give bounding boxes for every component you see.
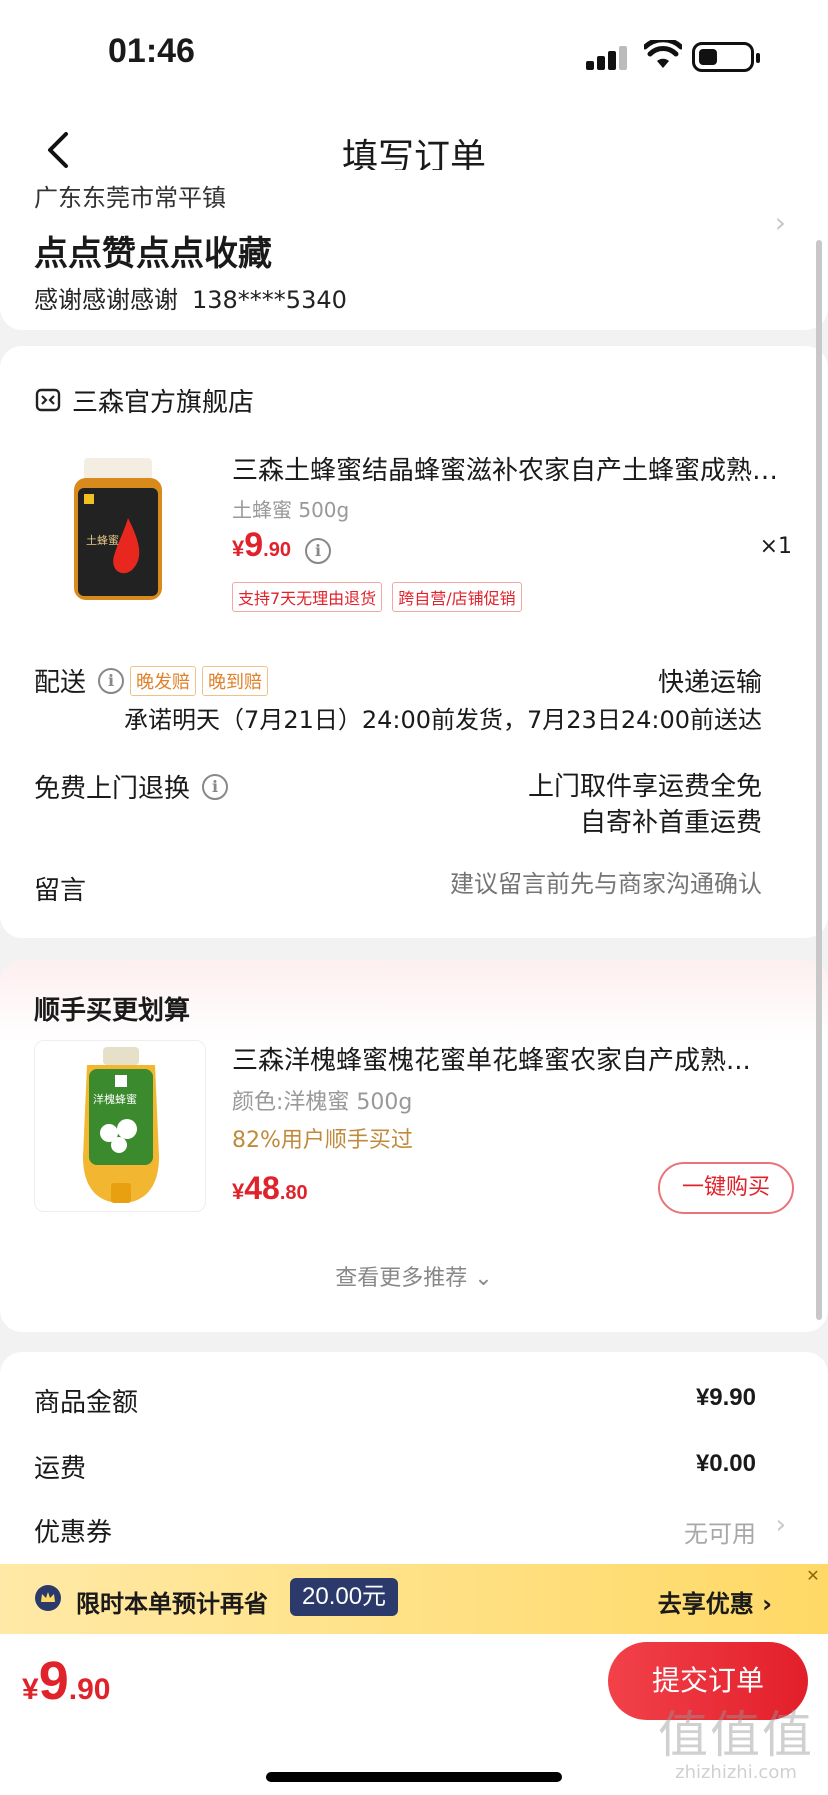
tag-promotion: 跨自营/店铺促销 bbox=[392, 582, 522, 612]
tag-late-arrive: 晚到赔 bbox=[202, 665, 269, 696]
recommend-image-box[interactable]: 洋槐蜂蜜 bbox=[34, 1040, 206, 1212]
price-symbol: ¥ bbox=[232, 1179, 245, 1204]
price-symbol: ¥ bbox=[232, 536, 245, 561]
product-tags: 支持7天无理由退货 跨自营/店铺促销 bbox=[232, 582, 522, 612]
price-integer: 48 bbox=[244, 1170, 280, 1206]
status-time: 01:46 bbox=[108, 32, 195, 70]
recommend-name[interactable]: 三森洋槐蜂蜜槐花蜜单花蜂蜜农家自产成熟... bbox=[232, 1040, 792, 1077]
one-click-buy-button[interactable]: 一键购买 bbox=[658, 1162, 794, 1214]
total-price: ¥9.90 bbox=[22, 1650, 110, 1712]
crown-icon bbox=[35, 1585, 61, 1611]
return-label: 免费上门退换 bbox=[34, 774, 191, 804]
info-icon[interactable]: i bbox=[98, 667, 125, 694]
home-indicator[interactable] bbox=[266, 1772, 562, 1782]
return-line-2: 自寄补首重运费 bbox=[579, 808, 762, 838]
bottom-bar: ¥9.90 提交订单 值值值 zhizhizhi.com bbox=[0, 1634, 828, 1795]
tag-late-ship: 晚发赔 bbox=[130, 665, 197, 696]
address-region: 广东东莞市常平镇 bbox=[34, 184, 226, 212]
return-line-1: 上门取件享运费全免 bbox=[527, 772, 762, 802]
product-title[interactable]: 三森土蜂蜜结晶蜂蜜滋补农家自产土蜂蜜成熟原... bbox=[232, 450, 792, 487]
recommend-stat: 82%用户顺手买过 bbox=[232, 1128, 413, 1153]
svg-text:土蜂蜜: 土蜂蜜 bbox=[86, 533, 119, 547]
order-card: 三森官方旗舰店 土蜂蜜 三森土蜂蜜结晶蜂蜜滋补农家自产土蜂蜜成熟原... 土蜂蜜… bbox=[0, 346, 828, 938]
price-integer: 9 bbox=[244, 526, 264, 564]
promo-text: 限时本单预计再省 bbox=[76, 1590, 268, 1618]
product-quantity: ×1 bbox=[759, 534, 792, 559]
promo-cta[interactable]: 去享优惠 › bbox=[658, 1584, 772, 1619]
price-decimal: .90 bbox=[263, 539, 291, 561]
cellular-signal-icon bbox=[586, 46, 630, 70]
summary-value-coupon[interactable]: 无可用 bbox=[684, 1514, 756, 1549]
tag-return-policy: 支持7天无理由退货 bbox=[232, 582, 383, 612]
info-icon[interactable]: i bbox=[304, 538, 331, 564]
return-row: 免费上门退换 i bbox=[34, 768, 229, 805]
delivery-label: 配送 bbox=[34, 668, 87, 698]
price-decimal: .90 bbox=[68, 1673, 111, 1706]
promo-amount: 20.00元 bbox=[290, 1578, 399, 1616]
delivery-row: 配送 i 晚发赔 晚到赔 bbox=[34, 662, 269, 699]
close-icon[interactable]: ✕ bbox=[804, 1568, 822, 1586]
watermark: 值值值 zhizhizhi.com bbox=[658, 1708, 814, 1783]
recommend-price: ¥48.80 bbox=[232, 1170, 308, 1207]
promo-banner[interactable]: 限时本单预计再省 20.00元 去享优惠 › ✕ bbox=[0, 1564, 828, 1634]
product-spec: 土蜂蜜 500g bbox=[232, 498, 350, 522]
summary-label-shipping: 运费 bbox=[34, 1454, 87, 1484]
recommend-title: 顺手买更划算 bbox=[34, 996, 191, 1026]
status-bar: 01:46 bbox=[0, 0, 828, 110]
recommend-card: 顺手买更划算 洋槐蜂蜜 三森洋槐蜂蜜槐花蜜单花蜂蜜农家自产成熟... 颜色:洋槐… bbox=[0, 960, 828, 1332]
price-integer: 9 bbox=[38, 1651, 69, 1711]
delivery-method[interactable]: 快递运输 bbox=[658, 662, 762, 699]
info-icon[interactable]: i bbox=[202, 773, 229, 800]
message-input[interactable] bbox=[362, 870, 762, 898]
contact-phone: 138****5340 bbox=[192, 286, 347, 314]
recommend-spec: 颜色:洋槐蜜 500g bbox=[232, 1090, 413, 1115]
more-recommendations-link[interactable]: 查看更多推荐 ⌄ bbox=[0, 1260, 828, 1292]
shop-icon bbox=[35, 388, 61, 412]
product-price: ¥9.90 i bbox=[232, 526, 331, 565]
scrollbar[interactable] bbox=[816, 240, 822, 1320]
recommend-product-image: 洋槐蜂蜜 bbox=[83, 1047, 159, 1203]
address-name: 点点赞点点收藏 bbox=[34, 234, 272, 274]
svg-text:洋槐蜂蜜: 洋槐蜂蜜 bbox=[93, 1092, 137, 1106]
summary-card: 商品金额 ¥9.90 运费 ¥0.00 优惠券 无可用 › bbox=[0, 1352, 828, 1572]
watermark-mark: 值值值 bbox=[658, 1706, 814, 1764]
summary-label-coupon[interactable]: 优惠券 bbox=[34, 1512, 112, 1549]
delivery-promise: 承诺明天（7月21日）24:00前发货，7月23日24:00前送达 bbox=[124, 706, 762, 734]
product-image[interactable]: 土蜂蜜 bbox=[70, 458, 166, 604]
summary-label-goods: 商品金额 bbox=[34, 1388, 139, 1418]
wifi-icon bbox=[644, 40, 682, 68]
summary-value-goods: ¥9.90 bbox=[695, 1384, 756, 1411]
battery-icon bbox=[692, 42, 760, 72]
shop-row[interactable]: 三森官方旗舰店 bbox=[34, 380, 254, 420]
chevron-right-icon: › bbox=[774, 206, 786, 239]
shop-name: 三森官方旗舰店 bbox=[72, 387, 255, 418]
chevron-right-icon: › bbox=[775, 1510, 786, 1540]
watermark-url: zhizhizhi.com bbox=[675, 1762, 797, 1783]
address-contact: 感谢感谢感谢 138****5340 bbox=[34, 280, 347, 315]
price-decimal: .80 bbox=[279, 1182, 308, 1204]
contact-name: 感谢感谢感谢 bbox=[34, 286, 178, 314]
summary-value-shipping: ¥0.00 bbox=[695, 1450, 756, 1477]
message-label: 留言 bbox=[34, 876, 87, 906]
address-card[interactable]: 广东东莞市常平镇 点点赞点点收藏 感谢感谢感谢 138****5340 › bbox=[0, 170, 828, 330]
price-symbol: ¥ bbox=[22, 1673, 39, 1706]
